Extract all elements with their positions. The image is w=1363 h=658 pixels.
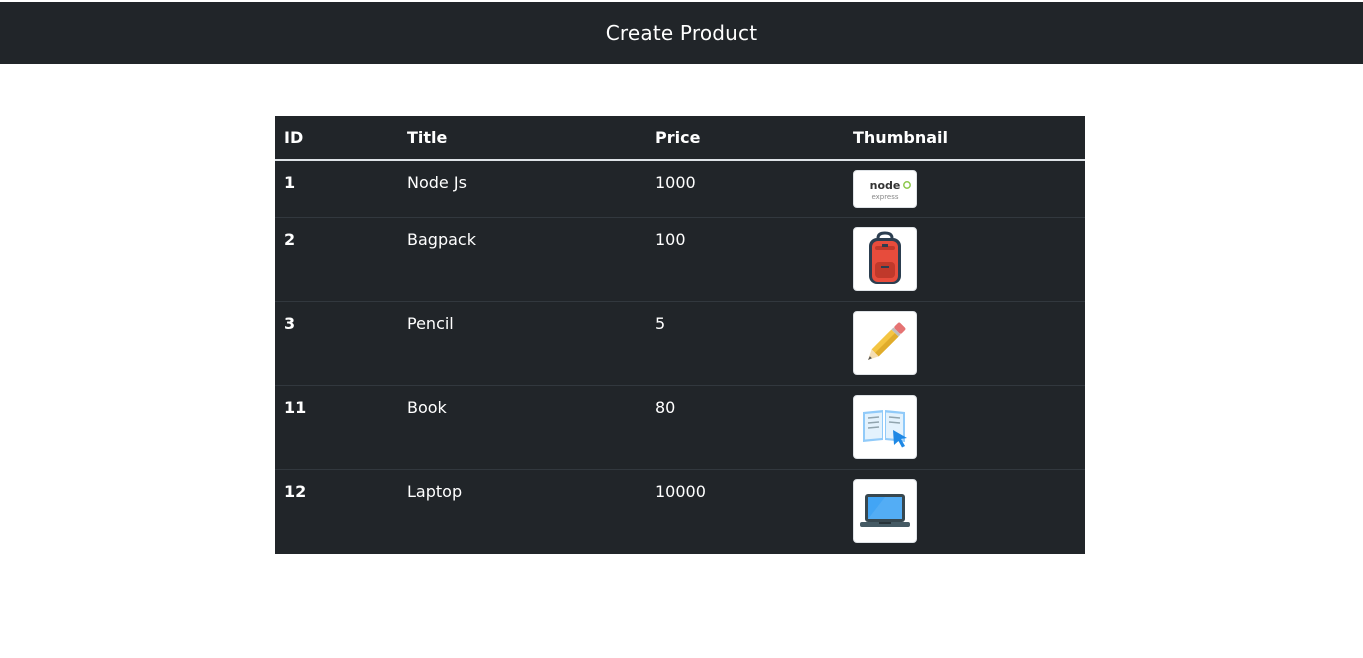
product-table-container: ID Title Price Thumbnail 1 Node Js 1000 …	[275, 116, 1085, 554]
cell-price: 5	[655, 314, 666, 333]
cell-price: 80	[655, 398, 676, 417]
laptop-icon	[860, 494, 910, 527]
cell-thumbnail	[844, 386, 1085, 470]
table-row: 12 Laptop 10000	[275, 469, 1085, 554]
table-row: 2 Bagpack 100	[275, 217, 1085, 302]
cell-price: 1000	[655, 173, 696, 192]
svg-text:express: express	[871, 193, 898, 201]
cell-title: Book	[407, 398, 447, 417]
thumbnail-image	[853, 311, 917, 375]
header-price: Price	[655, 128, 701, 147]
cell-id: 2	[284, 230, 296, 249]
product-table: ID Title Price Thumbnail 1 Node Js 1000 …	[275, 116, 1085, 554]
cell-title: Node Js	[407, 173, 467, 192]
cell-title: Laptop	[407, 482, 463, 501]
table-header-row: ID Title Price Thumbnail	[275, 116, 1085, 160]
cell-thumbnail	[844, 470, 1085, 554]
thumbnail-image: node express	[853, 170, 917, 208]
cell-id: 1	[284, 173, 296, 192]
thumbnail-image	[853, 479, 917, 543]
pencil-icon	[868, 322, 906, 360]
cell-title: Pencil	[407, 314, 454, 333]
navbar: Create Product	[0, 2, 1363, 64]
thumbnail-image	[853, 395, 917, 459]
cell-id: 11	[284, 398, 307, 417]
cell-price: 10000	[655, 482, 706, 501]
cell-id: 3	[284, 314, 296, 333]
svg-text:node: node	[870, 179, 901, 192]
cell-title: Bagpack	[407, 230, 476, 249]
book-icon	[863, 410, 907, 448]
navbar-brand-title[interactable]: Create Product	[606, 21, 758, 45]
table-row: 1 Node Js 1000 node express	[275, 160, 1085, 218]
backpack-icon	[869, 231, 901, 284]
table-row: 11 Book 80	[275, 385, 1085, 470]
header-title: Title	[407, 128, 448, 147]
thumbnail-image	[853, 227, 917, 291]
cell-thumbnail: node express	[844, 160, 1085, 218]
table-row: 3 Pencil 5	[275, 301, 1085, 386]
cell-thumbnail	[844, 302, 1085, 386]
table-header: ID Title Price Thumbnail	[275, 116, 1085, 160]
cell-price: 100	[655, 230, 686, 249]
nodejs-express-logo-icon: node express	[870, 179, 911, 201]
cell-id: 12	[284, 482, 307, 501]
header-id: ID	[284, 128, 304, 147]
header-thumbnail: Thumbnail	[853, 128, 948, 147]
cell-thumbnail	[844, 218, 1085, 302]
table-body: 1 Node Js 1000 node express 2 Bagpack 10…	[275, 160, 1085, 554]
